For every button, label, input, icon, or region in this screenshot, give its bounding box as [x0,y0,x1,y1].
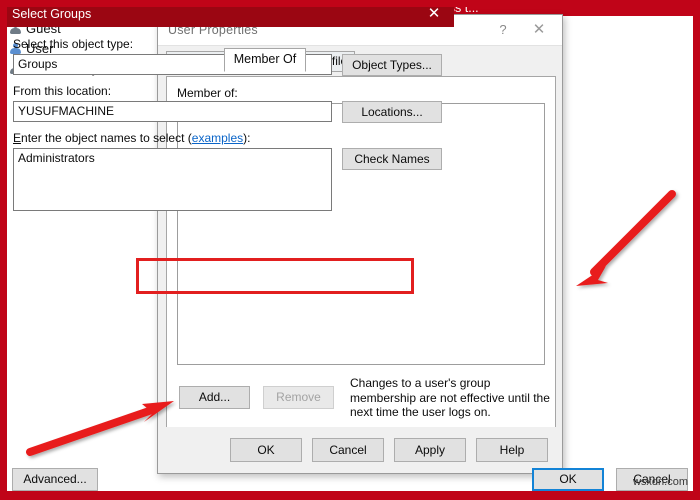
object-names-label: Enter the object names to select (exampl… [13,131,442,145]
object-names-input[interactable]: Administrators [13,148,332,169]
add-remove-row: Add... Remove Changes to a user's group … [179,376,555,420]
page-frame-left [0,0,7,500]
object-names-label-tail: ): [243,131,251,145]
object-names-row: Administrators Check Names [13,148,442,211]
page-frame-right [693,0,700,500]
select-groups-dialog: Select Groups ✕ Select this object type:… [0,0,695,496]
select-groups-title: Select Groups [12,7,92,21]
object-names-label-mnemonic: E [13,131,22,145]
object-names-listarea[interactable] [13,169,332,211]
object-types-button[interactable]: Object Types... [342,54,442,76]
arrow-to-add-button [26,401,174,456]
close-icon[interactable]: ✕ [522,18,556,42]
object-names-label-text: nter the object names to select ( [21,131,192,145]
location-label: From this location: [13,84,112,98]
location-input[interactable]: YUSUFMACHINE [13,101,332,122]
remove-button: Remove [263,386,334,410]
page-frame-bottom [0,491,700,500]
select-groups-ok-button[interactable]: OK [532,467,604,491]
help-icon[interactable]: ? [492,20,514,40]
add-button[interactable]: Add... [179,386,250,410]
examples-link[interactable]: examples [192,131,243,145]
location-row: YUSUFMACHINE Locations... [13,101,442,123]
check-names-button[interactable]: Check Names [342,148,442,170]
page-frame-top [0,0,700,7]
locations-button[interactable]: Locations... [342,101,442,123]
advanced-button[interactable]: Advanced... [12,467,98,491]
screenshot-root: Built-in account for guest access t... G… [0,0,700,500]
watermark: wsxdn.com [632,476,688,488]
object-names-column: Administrators [13,148,332,211]
tab-member-of[interactable]: Member Of [223,48,307,72]
arrow-to-check-names [576,190,676,286]
membership-note: Changes to a user's group membership are… [350,376,550,419]
